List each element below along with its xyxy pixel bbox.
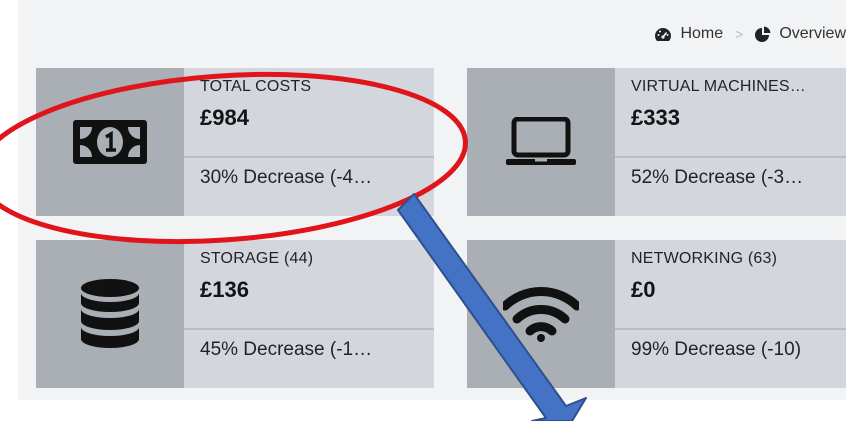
breadcrumb: Home > Overview <box>654 22 846 46</box>
card-amount: £333 <box>631 105 680 130</box>
networking-icon-box <box>467 240 615 388</box>
card-change: 45% Decrease (-1… <box>200 339 373 360</box>
card-divider <box>615 328 846 330</box>
total-costs-icon-box <box>36 68 184 216</box>
storage-icon-box <box>36 240 184 388</box>
card-change: 52% Decrease (-3… <box>631 167 804 188</box>
card-amount: £0 <box>631 277 656 302</box>
virtual-machines-body: VIRTUAL MACHINES… £333 52% Decrease (-3… <box>615 68 846 216</box>
card-title: STORAGE (44) <box>200 250 314 267</box>
card-title: TOTAL COSTS <box>200 78 312 95</box>
virtual-machines-icon-box <box>467 68 615 216</box>
breadcrumb-overview-label: Overview <box>779 25 846 42</box>
breadcrumb-overview[interactable]: Overview <box>755 25 846 43</box>
card-divider <box>615 156 846 158</box>
wifi-icon <box>503 287 579 342</box>
storage-card[interactable]: STORAGE (44) £136 45% Decrease (-1… <box>36 240 434 388</box>
card-title: NETWORKING (63) <box>631 250 778 267</box>
pie-chart-icon <box>755 26 771 42</box>
card-amount: £984 <box>200 105 249 130</box>
breadcrumb-home-label: Home <box>680 25 724 42</box>
dashboard-panel: Home > Overview TOTAL COSTS £984 30% Dec… <box>18 0 846 400</box>
database-icon <box>81 279 139 348</box>
card-change: 30% Decrease (-4… <box>200 167 373 188</box>
card-divider <box>184 328 434 330</box>
dashboard-icon <box>655 28 672 41</box>
networking-body: NETWORKING (63) £0 99% Decrease (-10) <box>615 240 846 388</box>
card-change: 99% Decrease (-10) <box>631 339 802 360</box>
card-amount: £136 <box>200 277 249 302</box>
storage-body: STORAGE (44) £136 45% Decrease (-1… <box>184 240 434 388</box>
networking-card[interactable]: NETWORKING (63) £0 99% Decrease (-10) <box>467 240 846 388</box>
breadcrumb-home[interactable]: Home <box>654 25 723 43</box>
banknote-icon <box>73 120 147 164</box>
virtual-machines-card[interactable]: VIRTUAL MACHINES… £333 52% Decrease (-3… <box>467 68 846 216</box>
total-costs-card[interactable]: TOTAL COSTS £984 30% Decrease (-4… <box>36 68 434 216</box>
laptop-icon <box>506 117 576 165</box>
card-divider <box>184 156 434 158</box>
breadcrumb-separator: > <box>735 26 744 42</box>
total-costs-body: TOTAL COSTS £984 30% Decrease (-4… <box>184 68 434 216</box>
card-title: VIRTUAL MACHINES… <box>631 78 806 95</box>
